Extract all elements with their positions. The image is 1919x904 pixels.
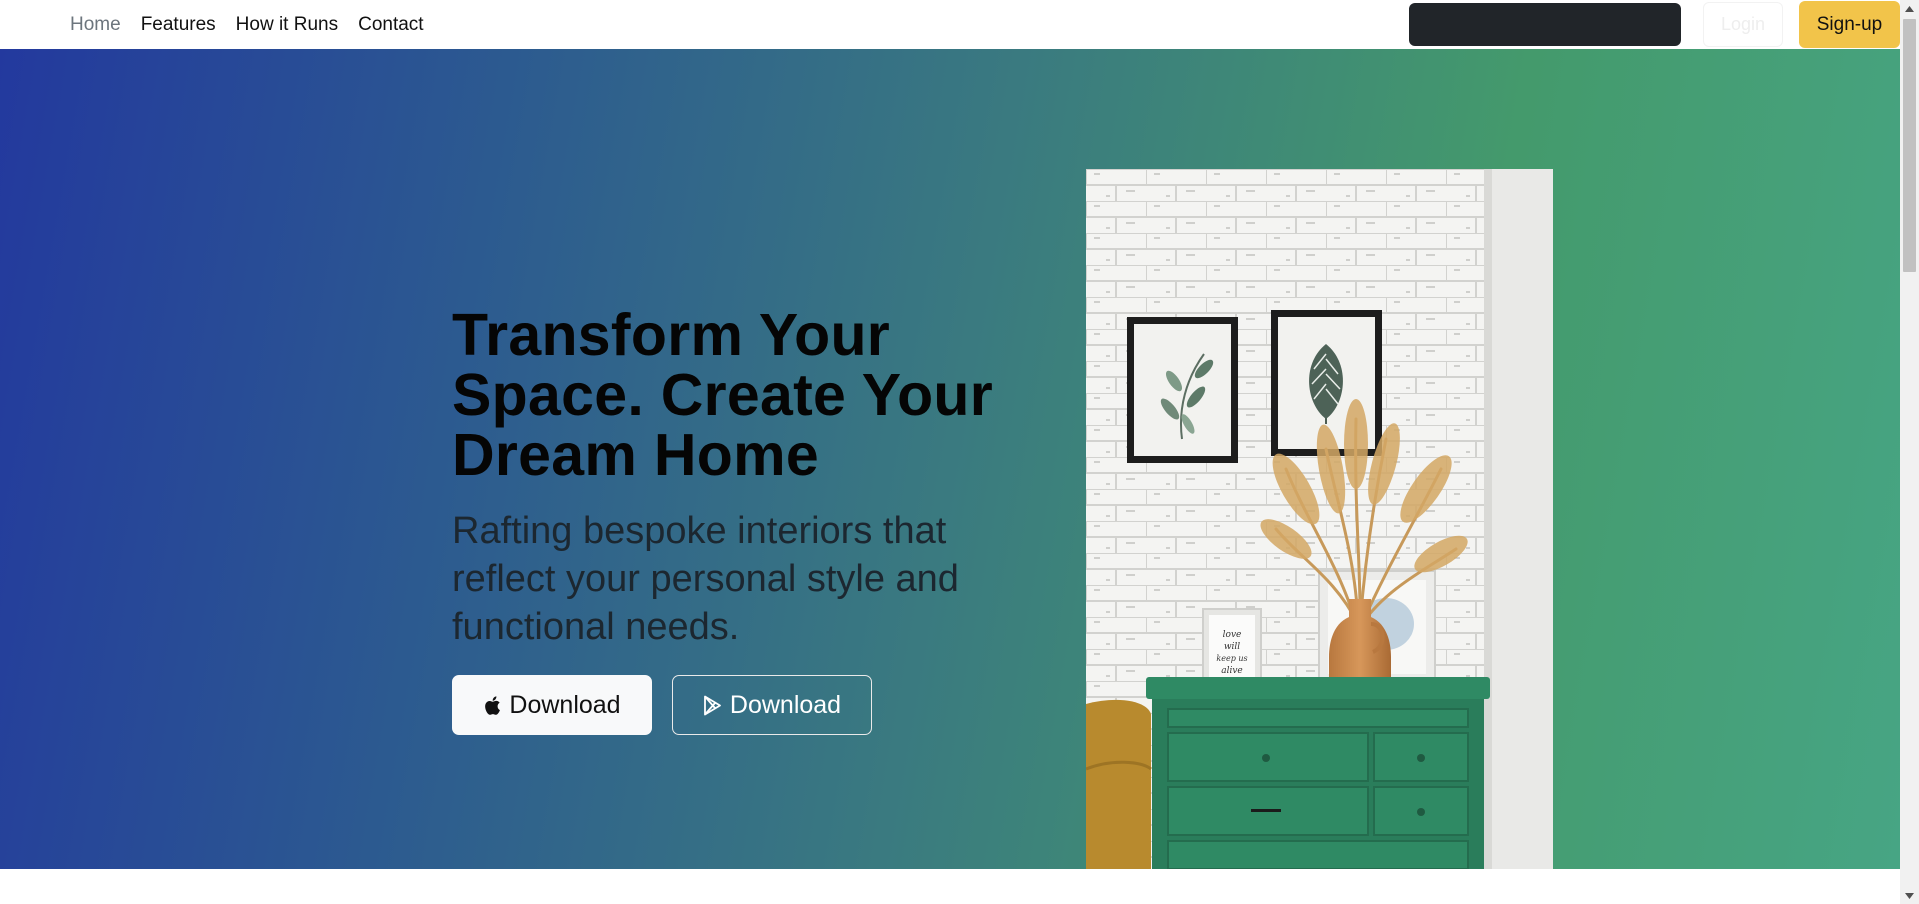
download-android-button[interactable]: Download xyxy=(672,675,872,735)
apple-icon xyxy=(483,695,501,716)
svg-text:love: love xyxy=(1223,630,1242,640)
top-navbar: Home Features How it Runs Contact Login … xyxy=(0,0,1900,49)
svg-text:keep us: keep us xyxy=(1216,654,1247,663)
scroll-down-arrow-icon[interactable] xyxy=(1900,887,1919,904)
search-input[interactable] xyxy=(1409,3,1681,46)
mustard-chair xyxy=(1086,699,1152,869)
interior-illustration: love will keep us alive xyxy=(1086,169,1553,869)
svg-text:will: will xyxy=(1224,642,1240,652)
scroll-up-arrow-icon[interactable] xyxy=(1900,0,1919,17)
vertical-scrollbar[interactable] xyxy=(1900,0,1919,904)
nav-link-contact[interactable]: Contact xyxy=(348,0,433,49)
nav-actions: Login Sign-up xyxy=(1409,0,1900,49)
nav-link-how-it-runs[interactable]: How it Runs xyxy=(226,0,348,49)
hero-title: Transform Your Space. Create Your Dream … xyxy=(452,302,994,488)
hero-section: Transform Your Space. Create Your Dream … xyxy=(0,49,1900,869)
signup-button[interactable]: Sign-up xyxy=(1799,1,1900,48)
download-android-label: Download xyxy=(729,690,842,719)
play-store-icon xyxy=(703,695,722,716)
hero-image: love will keep us alive xyxy=(1086,169,1553,869)
hero-text: Transform Your Space. Create Your Dream … xyxy=(452,305,1012,735)
framed-quote: love will keep us alive xyxy=(1202,608,1262,686)
landing-page: Home Features How it Runs Contact Login … xyxy=(0,0,1919,904)
nav-link-home[interactable]: Home xyxy=(60,0,131,49)
download-ios-label: Download xyxy=(509,690,621,719)
green-dresser xyxy=(1146,677,1490,869)
scrollbar-thumb[interactable] xyxy=(1903,19,1916,272)
framed-print-left xyxy=(1127,317,1238,463)
download-ios-button[interactable]: Download xyxy=(452,675,652,735)
hero-subtitle: Rafting bespoke interiors that reflect y… xyxy=(452,510,959,648)
svg-text:alive: alive xyxy=(1221,666,1243,676)
nav-links: Home Features How it Runs Contact xyxy=(60,0,434,49)
nav-link-features[interactable]: Features xyxy=(131,0,226,49)
hero-buttons: Download Download xyxy=(452,675,1012,735)
login-button[interactable]: Login xyxy=(1703,2,1783,47)
